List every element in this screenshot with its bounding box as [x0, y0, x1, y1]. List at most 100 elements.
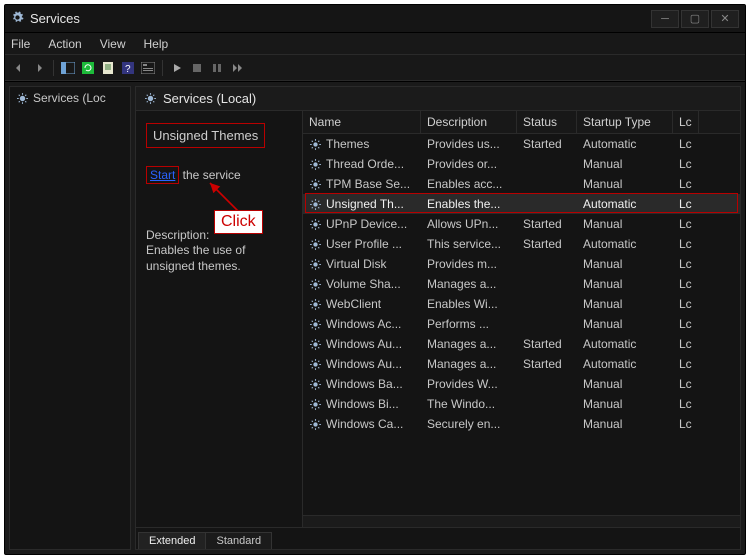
cell-startup: Manual	[577, 277, 673, 291]
start-service-button[interactable]	[169, 60, 185, 76]
menu-view[interactable]: View	[100, 37, 126, 51]
cell-startup: Manual	[577, 377, 673, 391]
cell-name: Volume Sha...	[303, 277, 421, 291]
cell-name: Virtual Disk	[303, 257, 421, 271]
forward-button[interactable]	[31, 60, 47, 76]
cell-logon: Lc	[673, 397, 699, 411]
table-row[interactable]: WebClientEnables Wi...ManualLc	[303, 294, 740, 314]
cell-startup: Manual	[577, 317, 673, 331]
titlebar[interactable]: Services ─ ▢ ✕	[5, 5, 745, 33]
cell-logon: Lc	[673, 377, 699, 391]
gear-icon	[309, 138, 322, 151]
menu-file[interactable]: File	[11, 37, 30, 51]
tab-extended[interactable]: Extended	[138, 532, 206, 549]
table-row[interactable]: Windows Ca...Securely en...ManualLc	[303, 414, 740, 434]
pause-service-button[interactable]	[209, 60, 225, 76]
table-row[interactable]: User Profile ...This service...StartedAu…	[303, 234, 740, 254]
gear-icon	[144, 92, 157, 105]
table-row[interactable]: Windows Ac...Performs ...ManualLc	[303, 314, 740, 334]
cell-desc: Provides or...	[421, 157, 517, 171]
cell-desc: Manages a...	[421, 357, 517, 371]
table-row[interactable]: Windows Au...Manages a...StartedAutomati…	[303, 354, 740, 374]
list-body[interactable]: ThemesProvides us...StartedAutomaticLcTh…	[303, 134, 740, 527]
cell-status: Started	[517, 237, 577, 251]
cell-desc: Performs ...	[421, 317, 517, 331]
tab-standard[interactable]: Standard	[205, 532, 272, 549]
cell-desc: Enables Wi...	[421, 297, 517, 311]
table-row[interactable]: UPnP Device...Allows UPn...StartedManual…	[303, 214, 740, 234]
col-name[interactable]: Name	[303, 111, 421, 133]
cell-desc: This service...	[421, 237, 517, 251]
gear-icon	[309, 298, 322, 311]
cell-logon: Lc	[673, 277, 699, 291]
cell-name: WebClient	[303, 297, 421, 311]
minimize-button[interactable]: ─	[651, 10, 679, 28]
window-controls: ─ ▢ ✕	[651, 10, 739, 28]
gear-icon	[309, 238, 322, 251]
table-row[interactable]: Thread Orde...Provides or...ManualLc	[303, 154, 740, 174]
cell-status: Started	[517, 357, 577, 371]
gear-icon	[309, 218, 322, 231]
menu-help[interactable]: Help	[144, 37, 169, 51]
action-suffix: the service	[179, 168, 240, 182]
gear-icon	[309, 338, 322, 351]
cell-name: Windows Ca...	[303, 417, 421, 431]
cell-startup: Manual	[577, 397, 673, 411]
col-desc[interactable]: Description	[421, 111, 517, 133]
maximize-button[interactable]: ▢	[681, 10, 709, 28]
tree-root[interactable]: Services (Loc	[10, 87, 130, 109]
svg-text:?: ?	[125, 64, 131, 74]
table-row[interactable]: Unsigned Th...Enables the...AutomaticLc	[303, 194, 740, 214]
stop-service-button[interactable]	[189, 60, 205, 76]
cell-logon: Lc	[673, 297, 699, 311]
table-row[interactable]: ThemesProvides us...StartedAutomaticLc	[303, 134, 740, 154]
table-row[interactable]: Windows Bi...The Windo...ManualLc	[303, 394, 740, 414]
menu-action[interactable]: Action	[48, 37, 81, 51]
table-row[interactable]: Windows Ba...Provides W...ManualLc	[303, 374, 740, 394]
cell-name: Windows Ac...	[303, 317, 421, 331]
cell-logon: Lc	[673, 217, 699, 231]
table-row[interactable]: TPM Base Se...Enables acc...ManualLc	[303, 174, 740, 194]
cell-name: Unsigned Th...	[303, 197, 421, 211]
gear-icon	[309, 178, 322, 191]
toolbar-separator	[162, 60, 163, 76]
content-split: Unsigned Themes Start the service Click …	[136, 111, 740, 527]
cell-startup: Automatic	[577, 237, 673, 251]
table-row[interactable]: Volume Sha...Manages a...ManualLc	[303, 274, 740, 294]
cell-name: Themes	[303, 137, 421, 151]
close-button[interactable]: ✕	[711, 10, 739, 28]
main-area: Services (Loc Services (Local) Unsigned …	[5, 81, 745, 554]
horizontal-scrollbar[interactable]	[303, 515, 740, 527]
gear-icon	[309, 158, 322, 171]
cell-desc: Enables acc...	[421, 177, 517, 191]
start-link[interactable]: Start	[146, 166, 179, 184]
cell-startup: Manual	[577, 157, 673, 171]
cell-logon: Lc	[673, 357, 699, 371]
window-title: Services	[30, 11, 651, 26]
cell-logon: Lc	[673, 137, 699, 151]
list-header: Name Description Status Startup Type Lc	[303, 111, 740, 134]
tree-pane[interactable]: Services (Loc	[9, 86, 131, 550]
export-list-button[interactable]	[100, 60, 116, 76]
cell-name: Thread Orde...	[303, 157, 421, 171]
table-row[interactable]: Virtual DiskProvides m...ManualLc	[303, 254, 740, 274]
col-startup[interactable]: Startup Type	[577, 111, 673, 133]
refresh-button[interactable]	[80, 60, 96, 76]
cell-logon: Lc	[673, 177, 699, 191]
cell-name: Windows Au...	[303, 337, 421, 351]
back-button[interactable]	[11, 60, 27, 76]
cell-desc: Provides m...	[421, 257, 517, 271]
gear-icon	[309, 398, 322, 411]
help-button[interactable]: ?	[120, 60, 136, 76]
properties-button[interactable]	[140, 60, 156, 76]
table-row[interactable]: Windows Au...Manages a...StartedAutomati…	[303, 334, 740, 354]
description-text: Enables the use of unsigned themes.	[146, 242, 292, 274]
col-logon[interactable]: Lc	[673, 111, 699, 133]
restart-service-button[interactable]	[229, 60, 245, 76]
show-hide-tree-button[interactable]	[60, 60, 76, 76]
gear-icon	[309, 258, 322, 271]
cell-logon: Lc	[673, 417, 699, 431]
cell-startup: Manual	[577, 257, 673, 271]
col-status[interactable]: Status	[517, 111, 577, 133]
gear-icon	[309, 378, 322, 391]
